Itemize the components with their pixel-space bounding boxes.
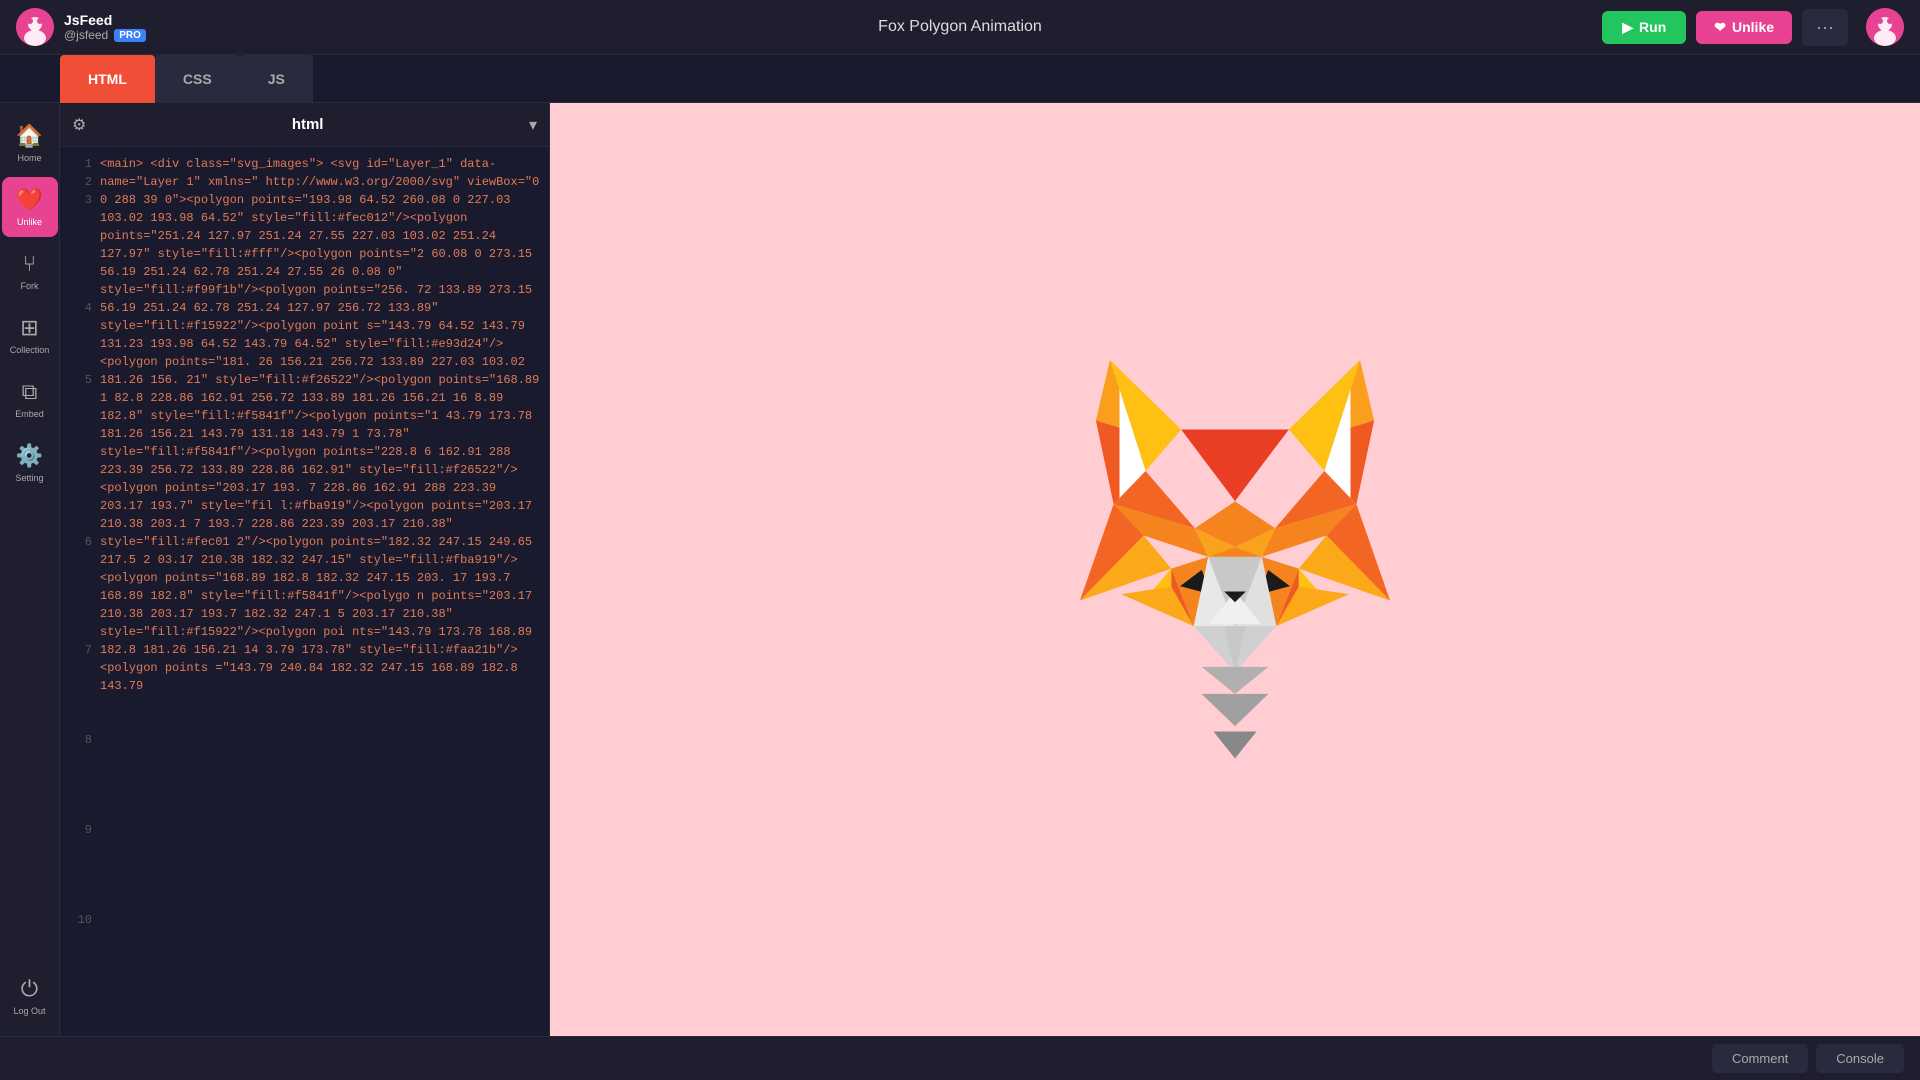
pro-badge: PRO [114, 29, 146, 42]
page-title: Fox Polygon Animation [878, 18, 1042, 36]
comment-button[interactable]: Comment [1712, 1044, 1808, 1073]
run-button[interactable]: ▶ Run [1602, 11, 1686, 44]
sidebar-item-collection[interactable]: ⊞ Collection [2, 305, 58, 365]
fox-svg [1075, 360, 1395, 780]
play-icon: ▶ [1622, 19, 1633, 36]
topbar-actions: ▶ Run ❤ Unlike ··· [1602, 8, 1904, 46]
main-layout: 🏠 Home ❤️ Unlike ⑂ Fork ⊞ Collection ⧉ E… [0, 103, 1920, 1036]
tab-html[interactable]: HTML [60, 55, 155, 103]
more-button[interactable]: ··· [1802, 9, 1848, 46]
editor-header: ⚙ html ▾ [60, 103, 549, 147]
sidebar-item-setting[interactable]: ⚙️ Setting [2, 433, 58, 493]
bottombar: Comment Console [0, 1036, 1920, 1080]
code-editor[interactable]: <main> <div class="svg_images"> <svg id=… [100, 147, 549, 1036]
home-icon: 🏠 [16, 123, 43, 149]
heart-icon: ❤ [1714, 19, 1726, 36]
topbar: JsFeed @jsfeed PRO Fox Polygon Animation… [0, 0, 1920, 55]
logout-icon: ⏻ [21, 976, 38, 1002]
line-numbers: 123 4 5 6 7 8 9 10 [60, 147, 100, 1036]
editor-panel: ⚙ html ▾ 123 4 5 6 7 8 9 10 <main> <div … [60, 103, 550, 1036]
sidebar-item-fork[interactable]: ⑂ Fork [2, 241, 58, 301]
tab-css[interactable]: CSS [155, 55, 240, 103]
editor-content[interactable]: 123 4 5 6 7 8 9 10 <main> <div class="sv… [60, 147, 549, 1036]
settings-icon[interactable]: ⚙ [72, 115, 86, 135]
user-details: JsFeed @jsfeed PRO [64, 12, 146, 42]
editor-title: html [94, 116, 521, 133]
sidebar-item-embed[interactable]: ⧉ Embed [2, 369, 58, 429]
console-button[interactable]: Console [1816, 1044, 1904, 1073]
fox-animation [1035, 320, 1435, 820]
sidebar: 🏠 Home ❤️ Unlike ⑂ Fork ⊞ Collection ⧉ E… [0, 103, 60, 1036]
sidebar-item-home[interactable]: 🏠 Home [2, 113, 58, 173]
user-handle: @jsfeed [64, 28, 108, 42]
collection-icon: ⊞ [20, 315, 38, 341]
avatar [16, 8, 54, 46]
tab-js[interactable]: JS [240, 55, 313, 103]
sidebar-item-unlike[interactable]: ❤️ Unlike [2, 177, 58, 237]
user-info-area: JsFeed @jsfeed PRO [16, 8, 216, 46]
gear-icon: ⚙️ [16, 443, 43, 469]
embed-icon: ⧉ [22, 379, 38, 405]
chevron-down-icon[interactable]: ▾ [529, 115, 537, 135]
tabbar: HTML CSS JS [0, 55, 1920, 103]
sidebar-item-logout[interactable]: ⏻ Log Out [2, 966, 58, 1026]
username: JsFeed [64, 12, 146, 28]
preview-panel [550, 103, 1920, 1036]
user-avatar-top-right[interactable] [1866, 8, 1904, 46]
unlike-button[interactable]: ❤ Unlike [1696, 11, 1792, 44]
fork-icon: ⑂ [23, 251, 36, 277]
heart-sidebar-icon: ❤️ [16, 187, 43, 213]
